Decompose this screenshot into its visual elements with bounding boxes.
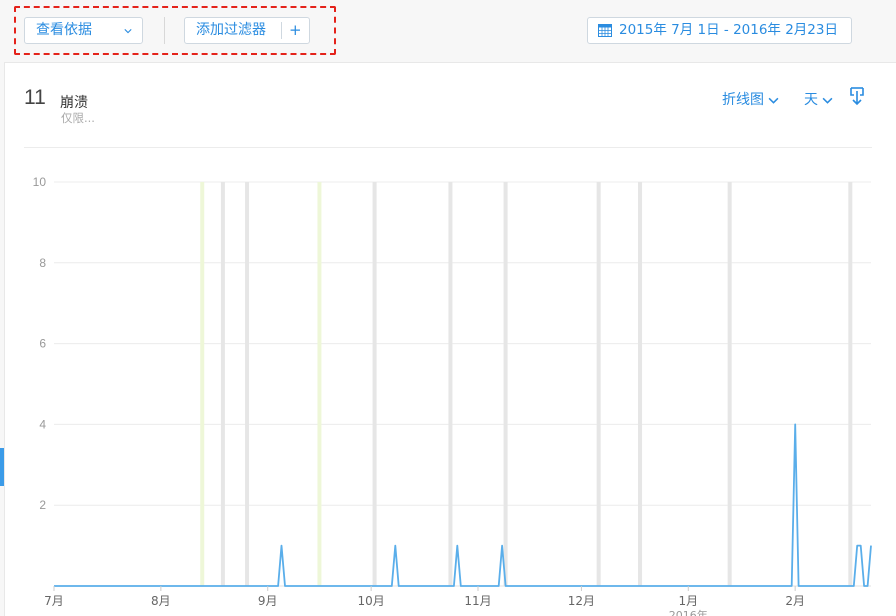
event-marker — [727, 182, 732, 586]
chart-type-dropdown[interactable]: 折线图 — [722, 89, 779, 109]
metric-count: 11 — [24, 86, 46, 109]
event-marker — [220, 182, 225, 586]
x-tick-label: 8月 — [151, 594, 171, 608]
annotation-highlight-box — [14, 6, 336, 55]
event-marker — [317, 182, 322, 586]
x-tick-sublabel: 2016年 — [669, 608, 708, 616]
event-marker — [503, 182, 508, 586]
y-tick-label: 2 — [39, 498, 46, 512]
date-range-label: 2015年 7月 1日 - 2016年 2月23日 — [619, 22, 838, 38]
download-icon[interactable] — [848, 86, 866, 108]
event-marker — [848, 182, 853, 586]
header-divider — [24, 147, 872, 148]
x-tick-label: 10月 — [358, 594, 385, 608]
event-marker — [638, 182, 643, 586]
metric-title: 崩溃 — [60, 95, 88, 111]
x-tick-label: 9月 — [258, 594, 278, 608]
x-tick-label: 7月 — [44, 594, 64, 608]
granularity-dropdown[interactable]: 天 — [804, 89, 833, 109]
chart-type-label: 折线图 — [722, 92, 764, 108]
crash-line-chart: 2 4 6 8 10 7月 8月 9月 10月 11月 12月 1月2016年 2月 — [33, 175, 872, 616]
event-marker — [448, 182, 453, 586]
calendar-icon — [598, 24, 612, 37]
y-tick-label: 4 — [39, 417, 46, 431]
event-marker — [200, 182, 205, 586]
x-tick-label: 1月 — [678, 594, 698, 608]
x-tick-label: 11月 — [464, 594, 491, 608]
y-tick-label: 10 — [33, 175, 47, 189]
x-tick-label: 12月 — [568, 594, 595, 608]
event-marker — [245, 182, 250, 586]
chevron-down-icon — [822, 97, 833, 104]
top-toolbar: 查看依据 添加过滤器 + 2015年 7月 1日 - 2016年 2月23日 — [0, 0, 896, 62]
chevron-down-icon — [768, 97, 779, 104]
y-tick-label: 8 — [39, 256, 46, 270]
date-range-picker[interactable]: 2015年 7月 1日 - 2016年 2月23日 — [587, 17, 852, 44]
metric-subtitle[interactable]: 仅限... — [61, 110, 95, 126]
event-marker — [372, 182, 377, 586]
y-tick-label: 6 — [39, 337, 46, 351]
x-tick-label: 2月 — [785, 594, 805, 608]
granularity-label: 天 — [804, 92, 818, 108]
event-marker — [596, 182, 601, 586]
